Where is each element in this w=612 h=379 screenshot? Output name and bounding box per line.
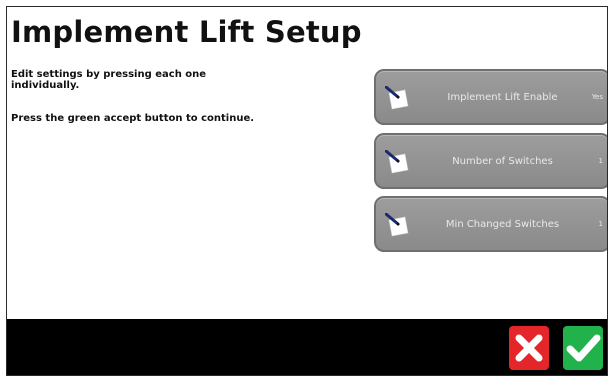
screen-frame: Implement Lift Setup Edit settings by pr… (6, 6, 608, 376)
accept-button[interactable] (563, 326, 603, 370)
edit-note-icon (385, 150, 409, 174)
setting-number-of-switches[interactable]: Number of Switches 1 (374, 133, 607, 189)
instruction-text: Edit settings by pressing each one indiv… (11, 69, 207, 91)
setting-value: 1 (598, 220, 603, 228)
setting-label: Min Changed Switches (445, 218, 560, 230)
edit-note-icon (385, 213, 409, 237)
edit-note-icon (385, 86, 409, 110)
close-x-icon (515, 334, 543, 362)
setting-label: Number of Switches (452, 155, 553, 167)
setting-implement-lift-enable[interactable]: Implement Lift Enable Yes (374, 69, 607, 125)
setting-value: Yes (591, 93, 603, 101)
setting-label: Implement Lift Enable (447, 91, 558, 103)
page-title: Implement Lift Setup (11, 15, 362, 49)
checkmark-icon (566, 334, 601, 362)
setting-min-changed-switches[interactable]: Min Changed Switches 1 (374, 196, 607, 252)
setting-value: 1 (598, 157, 603, 165)
instruction-text: Press the green accept button to continu… (11, 113, 255, 124)
cancel-button[interactable] (509, 326, 549, 370)
